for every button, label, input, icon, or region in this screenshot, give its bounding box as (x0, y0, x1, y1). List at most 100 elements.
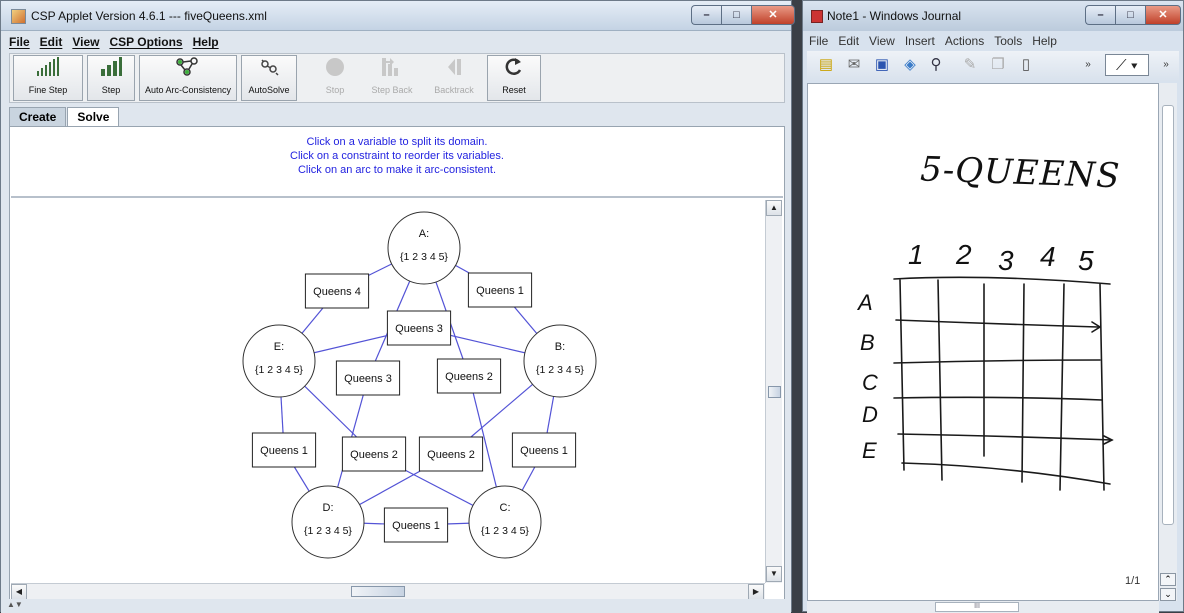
constraint-label: Queens 1 (476, 285, 524, 297)
constraint-node-ED[interactable]: Queens 1 (251, 432, 317, 468)
menu-file[interactable]: File (9, 35, 30, 49)
find-icon[interactable]: ⚲ (925, 54, 947, 76)
step-back-button[interactable]: Step Back (363, 55, 421, 101)
journal-scroll-thumb[interactable] (1162, 105, 1174, 525)
autosolve-icon (242, 56, 296, 84)
scroll-down-arrow[interactable]: ▼ (766, 566, 782, 582)
constraint-label: Queens 1 (520, 445, 568, 457)
journal-menu-tools[interactable]: Tools (994, 34, 1022, 48)
graph-vertical-scrollbar[interactable]: ▲ ▼ (765, 200, 782, 583)
journal-titlebar[interactable]: Note1 - Windows Journal – □ ✕ (803, 1, 1183, 31)
variable-domain: {1 2 3 4 5} (481, 525, 529, 537)
resize-handle-icon[interactable]: ▲▼ (7, 600, 23, 609)
step-button[interactable]: Step (87, 55, 135, 101)
close-button[interactable]: ✕ (751, 5, 795, 25)
note-heading: 5-QUEENS (920, 149, 1122, 196)
constraint-node-AD[interactable]: Queens 3 (335, 360, 401, 396)
variable-node-B[interactable]: B: {1 2 3 4 5} (523, 324, 597, 398)
journal-horizontal-scrollbar[interactable]: III (807, 601, 1159, 613)
graph-horizontal-scrollbar[interactable]: ◀ ▶ (11, 583, 765, 600)
journal-menubar: File Edit View Insert Actions Tools Help (809, 33, 1057, 49)
constraint-node-EB[interactable]: Queens 3 (386, 310, 452, 346)
minimize-button[interactable]: – (691, 5, 721, 25)
menu-view[interactable]: View (72, 35, 99, 49)
scroll-up-arrow[interactable]: ▲ (766, 200, 782, 216)
stop-button[interactable]: Stop (311, 55, 359, 101)
maximize-button[interactable]: □ (721, 5, 751, 25)
journal-minimize-button[interactable]: – (1085, 5, 1115, 25)
variable-circle (523, 324, 597, 398)
constraint-graph-canvas[interactable]: Queens 4 Queens 1 Queens 3 Queens 3 Queens 2… (11, 200, 765, 583)
variable-node-C[interactable]: C: {1 2 3 4 5} (468, 485, 542, 559)
variable-node-D[interactable]: D: {1 2 3 4 5} (291, 485, 365, 559)
horizontal-scroll-thumb[interactable] (351, 586, 405, 597)
constraint-node-BD[interactable]: Queens 2 (418, 436, 484, 472)
menu-help[interactable]: Help (193, 35, 219, 49)
variable-name: A: (419, 228, 429, 240)
vertical-scroll-thumb[interactable] (768, 386, 781, 398)
journal-menu-edit[interactable]: Edit (838, 34, 859, 48)
next-page-icon[interactable]: ⌄ (1160, 588, 1176, 601)
instruction-reorder-variables: Click on a constraint to reorder its var… (290, 150, 504, 162)
constraint-node-BC[interactable]: Queens 1 (511, 432, 577, 468)
journal-maximize-button[interactable]: □ (1115, 5, 1145, 25)
previous-page-icon[interactable]: ⌃ (1160, 573, 1176, 586)
paste-icon[interactable]: ▯ (1015, 54, 1037, 76)
reset-button[interactable]: Reset (487, 55, 541, 101)
variable-domain: {1 2 3 4 5} (304, 525, 352, 537)
constraint-node-DC[interactable]: Queens 1 (383, 507, 449, 543)
journal-note-page[interactable]: 5-QUEENS 1 2 3 4 5 A B C D E (807, 83, 1159, 601)
menu-edit[interactable]: Edit (40, 35, 63, 49)
col-label-3: 3 (998, 245, 1014, 276)
constraint-node-AC[interactable]: Queens 2 (436, 358, 502, 394)
toolbar-overflow-icon-2[interactable]: » (1155, 54, 1177, 76)
journal-vertical-scrollbar[interactable] (1159, 83, 1177, 601)
constraint-label: Queens 4 (313, 286, 361, 298)
tab-create[interactable]: Create (9, 107, 67, 127)
email-icon[interactable]: ✉ (843, 54, 865, 76)
pen-tool-icon[interactable]: ✎ (959, 54, 981, 76)
variable-node-E[interactable]: E: {1 2 3 4 5} (242, 324, 316, 398)
journal-menu-file[interactable]: File (809, 34, 828, 48)
auto-arc-icon (140, 56, 236, 84)
fine-step-button[interactable]: Fine Step (13, 55, 83, 101)
journal-window: Note1 - Windows Journal – □ ✕ File Edit … (802, 0, 1184, 613)
journal-close-button[interactable]: ✕ (1145, 5, 1181, 25)
menu-csp-options[interactable]: CSP Options (109, 35, 182, 49)
journal-hscroll-thumb[interactable]: III (935, 602, 1019, 612)
variable-name: E: (274, 341, 284, 353)
auto-arc-label: Auto Arc-Consistency (144, 85, 232, 95)
constraint-node-AE[interactable]: Queens 4 (304, 273, 370, 309)
variable-node-A[interactable]: A: {1 2 3 4 5} (387, 211, 461, 285)
backtrack-button[interactable]: Backtrack (425, 55, 483, 101)
row-label-B: B (860, 330, 875, 355)
constraint-node-AB[interactable]: Queens 1 (467, 272, 533, 308)
journal-menu-actions[interactable]: Actions (945, 34, 984, 48)
journal-menu-insert[interactable]: Insert (905, 34, 935, 48)
backtrack-label: Backtrack (434, 85, 474, 95)
journal-window-title: Note1 - Windows Journal (827, 9, 962, 23)
step-label: Step (101, 85, 121, 95)
variable-domain: {1 2 3 4 5} (400, 251, 448, 263)
scroll-right-arrow[interactable]: ▶ (748, 584, 764, 600)
scroll-left-arrow[interactable]: ◀ (11, 584, 27, 600)
col-label-2: 2 (955, 239, 972, 270)
csp-titlebar[interactable]: CSP Applet Version 4.6.1 --- fiveQueens.… (1, 1, 795, 31)
save-icon[interactable]: ▣ (871, 54, 893, 76)
scan-icon[interactable]: ◈ (899, 54, 921, 76)
step-back-icon (364, 56, 420, 84)
journal-menu-view[interactable]: View (869, 34, 895, 48)
variable-name: D: (323, 502, 334, 514)
new-note-icon[interactable]: ▤ (815, 54, 837, 76)
tab-solve[interactable]: Solve (67, 107, 120, 127)
constraint-label: Queens 2 (445, 371, 493, 383)
mode-tabs: Create Solve (9, 107, 120, 127)
autosolve-button[interactable]: AutoSolve (241, 55, 297, 101)
auto-arc-consistency-button[interactable]: Auto Arc-Consistency (139, 55, 237, 101)
toolbar-overflow-icon[interactable]: » (1077, 54, 1099, 76)
row-label-C: C (862, 370, 878, 395)
copy-page-icon[interactable]: ❐ (987, 54, 1009, 76)
journal-menu-help[interactable]: Help (1032, 34, 1057, 48)
constraint-node-EC[interactable]: Queens 2 (341, 436, 407, 472)
pen-selector-icon[interactable]: ⟋ ▾ (1105, 54, 1149, 76)
